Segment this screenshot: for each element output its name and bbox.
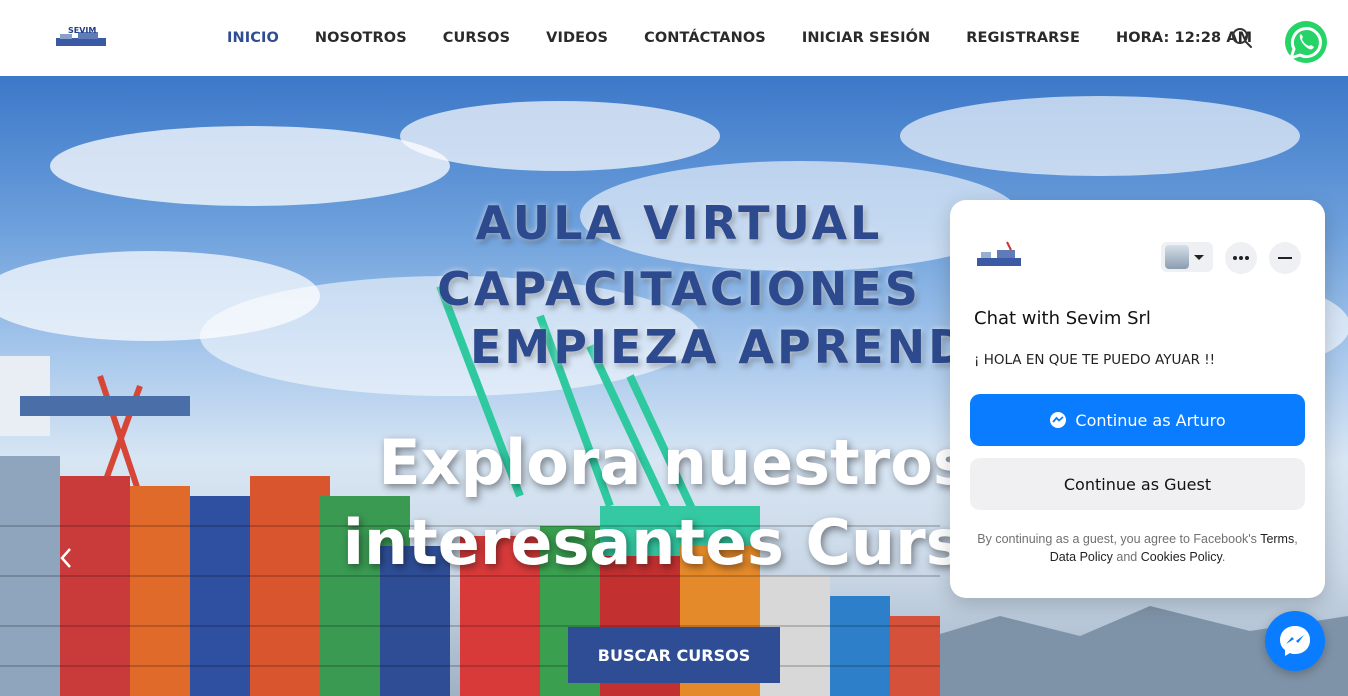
nav-contactanos[interactable]: CONTÁCTANOS (644, 30, 766, 46)
nav-nosotros[interactable]: NOSOTROS (315, 30, 407, 46)
chevron-down-icon (1194, 255, 1204, 260)
site-logo[interactable]: SEVIM (54, 24, 108, 50)
continue-as-guest-button[interactable]: Continue as Guest (970, 458, 1305, 510)
site-header: SEVIM INICIO NOSOTROS CURSOS VIDEOS CONT… (0, 0, 1348, 76)
slider-prev-icon[interactable] (58, 546, 74, 570)
minimize-button[interactable] (1269, 242, 1301, 274)
nav-iniciar-sesion[interactable]: INICIAR SESIÓN (802, 30, 930, 46)
continue-as-user-label: Continue as Arturo (1075, 410, 1226, 430)
messenger-icon (1050, 412, 1067, 428)
nav-videos[interactable]: VIDEOS (546, 30, 608, 46)
more-options-button[interactable] (1225, 242, 1257, 274)
nav-registrarse[interactable]: REGISTRARSE (966, 30, 1080, 46)
whatsapp-icon[interactable] (1282, 18, 1330, 66)
messenger-launcher-icon[interactable] (1265, 611, 1325, 671)
page-logo (973, 240, 1025, 272)
avatar (1165, 245, 1189, 269)
chat-greeting: ¡ HOLA EN QUE TE PUEDO AYUAR !! (974, 352, 1216, 368)
messenger-chat-panel: Chat with Sevim Srl ¡ HOLA EN QUE TE PUE… (950, 200, 1325, 598)
profile-switcher[interactable] (1161, 242, 1213, 272)
buscar-cursos-button[interactable]: BUSCAR CURSOS (568, 627, 780, 683)
main-nav: INICIO NOSOTROS CURSOS VIDEOS CONTÁCTANO… (227, 0, 1252, 76)
more-icon (1233, 256, 1249, 260)
search-icon[interactable] (1230, 26, 1254, 50)
terms-link[interactable]: Terms (1260, 532, 1294, 546)
continue-as-user-button[interactable]: Continue as Arturo (970, 394, 1305, 446)
terms-notice: By continuing as a guest, you agree to F… (977, 532, 1298, 564)
logo-text: SEVIM (68, 26, 96, 35)
terms-and: and (1116, 550, 1138, 564)
terms-prefix: By continuing as a guest, you agree to F… (977, 532, 1257, 546)
data-policy-link[interactable]: Data Policy (1050, 550, 1113, 564)
nav-cursos[interactable]: CURSOS (443, 30, 510, 46)
cookies-policy-link[interactable]: Cookies Policy (1141, 550, 1222, 564)
nav-inicio[interactable]: INICIO (227, 30, 279, 46)
chat-title: Chat with Sevim Srl (974, 308, 1151, 329)
minimize-icon (1278, 257, 1292, 259)
